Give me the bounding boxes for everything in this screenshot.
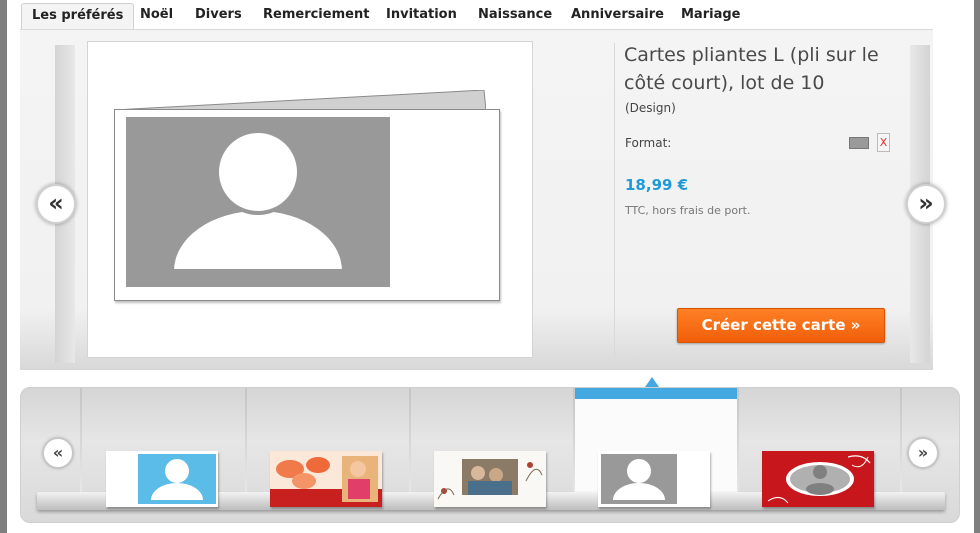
format-option-x[interactable]: X xyxy=(877,133,890,152)
thumbnail-5-image xyxy=(762,451,874,507)
create-card-button[interactable]: Créer cette carte » xyxy=(677,308,885,343)
panel-divider xyxy=(614,43,615,358)
preview-prev-button[interactable]: « xyxy=(36,184,76,224)
carousel-divider xyxy=(245,388,247,506)
tab-noel[interactable]: Noël xyxy=(140,3,173,30)
thumbnail-design-3[interactable] xyxy=(434,451,546,507)
carousel-prev-button[interactable]: « xyxy=(43,438,73,468)
preview-next-button[interactable]: » xyxy=(906,184,946,224)
price-note: TTC, hors frais de port. xyxy=(625,204,751,217)
photo-placeholder xyxy=(126,117,390,287)
product-subtitle: (Design) xyxy=(625,101,676,115)
person-placeholder-icon xyxy=(156,129,366,287)
tab-mariage[interactable]: Mariage xyxy=(681,3,740,30)
carousel-divider xyxy=(573,388,575,506)
carousel-divider xyxy=(409,388,411,506)
thumbnail-design-1[interactable] xyxy=(106,451,218,507)
thumbnail-2-image xyxy=(270,451,382,507)
product-price: 18,99 € xyxy=(625,176,689,194)
card-preview xyxy=(87,41,533,358)
tab-remerciement[interactable]: Remerciement xyxy=(263,3,369,30)
tab-naissance[interactable]: Naissance xyxy=(478,3,552,30)
thumbnail-3-image xyxy=(434,451,546,507)
window-frame-right xyxy=(974,0,980,533)
format-label: Format: xyxy=(625,136,672,150)
carousel-selected-bar xyxy=(575,388,737,399)
tab-divers[interactable]: Divers xyxy=(195,3,242,30)
design-carousel xyxy=(20,387,960,523)
tab-les-preferes[interactable]: Les préférés xyxy=(21,3,135,31)
format-swatch-gray[interactable] xyxy=(849,137,869,149)
selection-pointer xyxy=(645,377,659,387)
thumbnail-design-2[interactable] xyxy=(270,451,382,507)
product-title: Cartes pliantes L (pli sur le côté court… xyxy=(624,44,879,94)
tab-invitation[interactable]: Invitation xyxy=(386,3,457,30)
tab-anniversaire[interactable]: Anniversaire xyxy=(571,3,664,30)
card-back-fold xyxy=(114,90,486,110)
card-front xyxy=(114,109,500,301)
thumbnail-1-image xyxy=(106,451,218,507)
carousel-next-button[interactable]: » xyxy=(908,438,938,468)
thumbnail-design-5[interactable] xyxy=(762,451,874,507)
category-tabs: Les préférés Noël Divers Remerciement In… xyxy=(20,0,960,31)
carousel-divider xyxy=(80,388,82,506)
window-frame-left xyxy=(0,0,7,533)
carousel-divider xyxy=(900,388,902,506)
thumbnail-4-image xyxy=(598,451,710,507)
carousel-divider xyxy=(737,388,739,506)
thumbnail-design-4[interactable] xyxy=(598,451,710,507)
